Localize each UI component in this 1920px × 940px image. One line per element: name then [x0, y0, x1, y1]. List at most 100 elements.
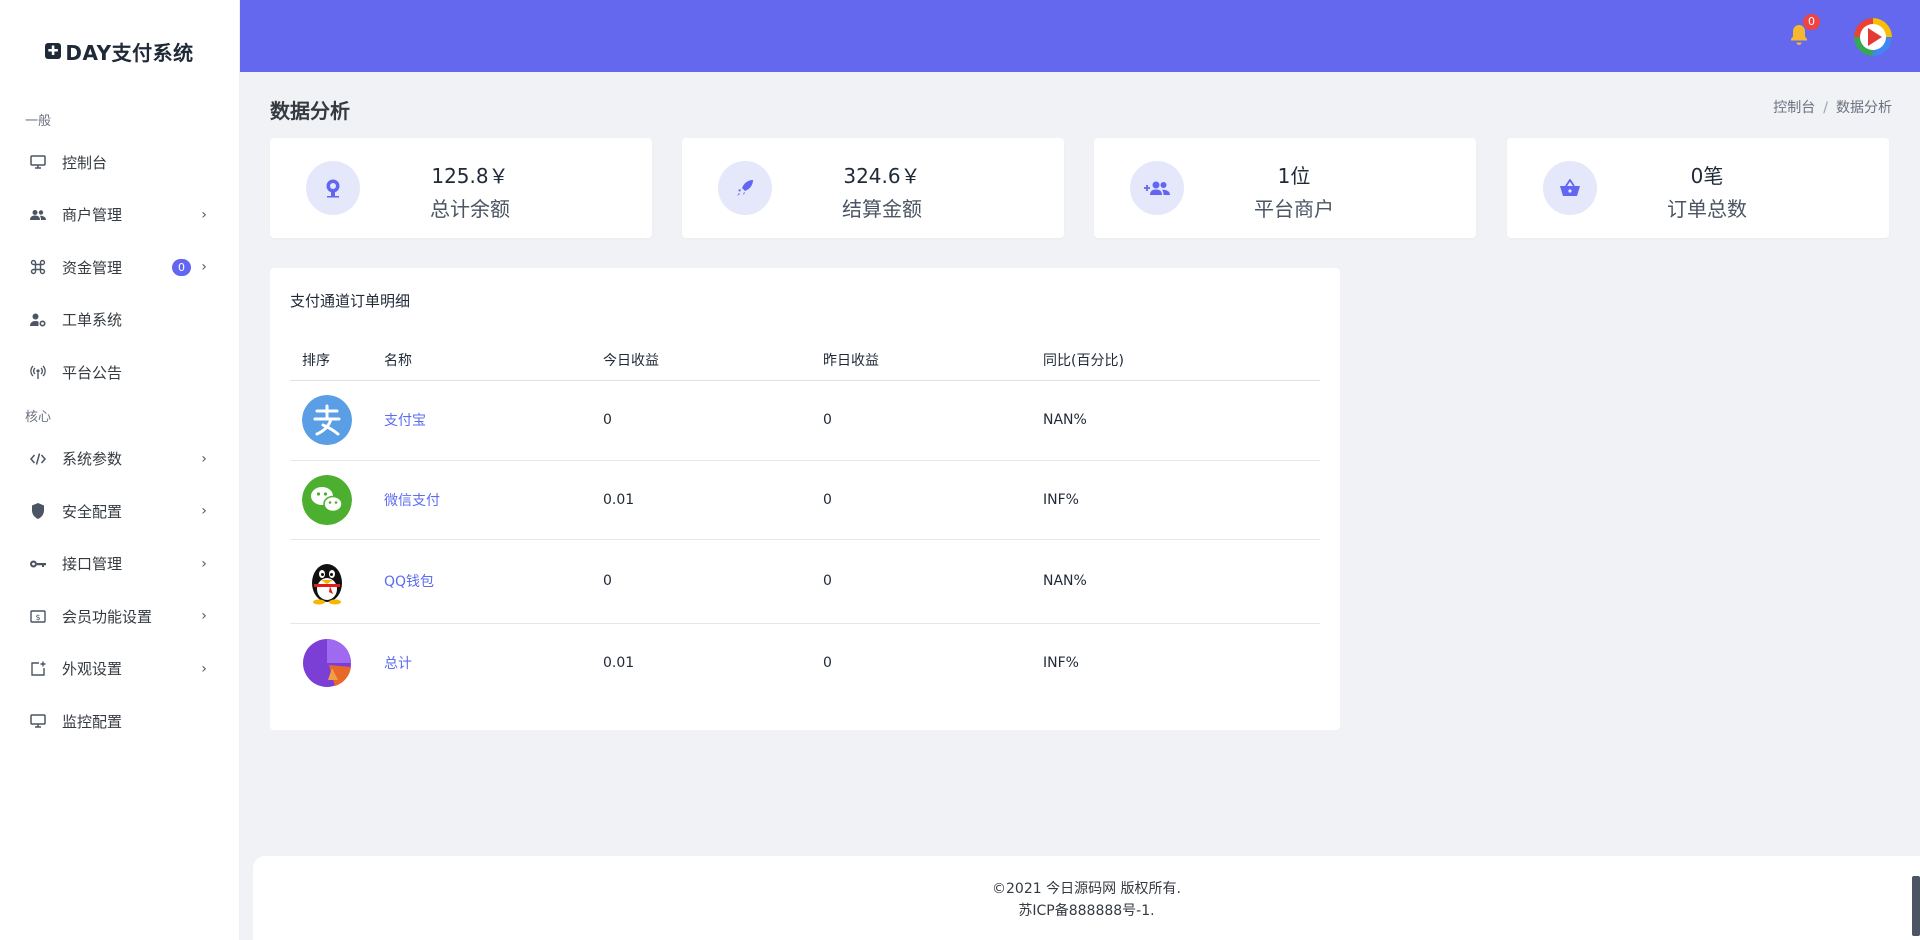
row-logo-cell	[290, 460, 372, 540]
sidebar-item-label: 会员功能设置	[62, 607, 153, 626]
channel-link[interactable]: 总计	[384, 656, 412, 672]
row-ratio-cell: NAN%	[1031, 539, 1320, 624]
avatar[interactable]	[1854, 18, 1892, 56]
users-icon	[28, 205, 48, 225]
monitor-icon	[28, 711, 48, 731]
sidebar-item-label: 接口管理	[62, 555, 123, 574]
row-name-cell: QQ钱包	[372, 539, 591, 624]
broadcast-icon	[28, 362, 48, 382]
chevron-right-icon: ›	[201, 608, 207, 625]
column-header-rank: 排序	[290, 340, 372, 381]
notifications-button[interactable]: 0	[1786, 14, 1820, 48]
brand-name: DAY支付系统	[65, 40, 194, 65]
channel-link[interactable]: 支付宝	[384, 413, 426, 429]
sidebar-item-label: 平台公告	[62, 363, 123, 382]
sidebar-item-label: 外观设置	[62, 660, 123, 679]
stat-value: 0笔	[1690, 164, 1724, 188]
key-icon	[28, 554, 48, 574]
sidebar-item-security[interactable]: 安全配置 ›	[0, 485, 239, 538]
orders-table: 排序 名称 今日收益 昨日收益 同比(百分比) 支付宝 0 0 NAN% 微信支…	[290, 340, 1320, 703]
sidebar-item-appearance[interactable]: 外观设置 ›	[0, 643, 239, 696]
sidebar-item-tickets[interactable]: 工单系统	[0, 294, 239, 347]
stat-value: 1位	[1277, 164, 1311, 188]
sidebar-item-announcements[interactable]: 平台公告	[0, 346, 239, 399]
row-name-cell: 支付宝	[372, 380, 591, 461]
sidebar-item-label: 系统参数	[62, 450, 123, 469]
sidebar-item-label: 商户管理	[62, 206, 123, 225]
row-name-cell: 微信支付	[372, 460, 591, 540]
sidebar-item-system-params[interactable]: 系统参数 ›	[0, 433, 239, 486]
channel-link[interactable]: 微信支付	[384, 493, 440, 509]
row-logo-cell	[290, 623, 372, 703]
column-header-today: 今日收益	[591, 340, 811, 381]
panel-title: 支付通道订单明细	[290, 292, 411, 310]
basket-icon	[1543, 161, 1597, 215]
chevron-right-icon: ›	[201, 206, 207, 223]
qq-logo-icon	[312, 564, 342, 605]
user-gear-icon	[28, 310, 48, 330]
footer: ©2021 今日源码网 版权所有. 苏ICP备888888号-1.	[253, 856, 1920, 940]
rocket-icon	[718, 161, 772, 215]
brand-logo[interactable]: ✚ DAY支付系统	[0, 0, 239, 102]
alipay-logo-icon	[302, 395, 352, 445]
row-yesterday-cell: 0	[811, 539, 1031, 624]
row-ratio-cell: INF%	[1031, 460, 1320, 540]
breadcrumb: 控制台 / 数据分析	[1773, 97, 1892, 117]
scrollbar-thumb[interactable]	[1912, 876, 1920, 936]
stat-label: 结算金额	[842, 197, 922, 221]
code-icon	[28, 449, 48, 469]
chevron-right-icon: ›	[201, 450, 207, 467]
sidebar-item-dashboard[interactable]: 控制台	[0, 136, 239, 189]
channel-link[interactable]: QQ钱包	[384, 574, 434, 590]
column-header-yesterday: 昨日收益	[811, 340, 1031, 381]
notification-count-badge: 0	[1803, 14, 1820, 30]
stat-card-merchants: 1位 平台商户	[1094, 138, 1476, 238]
page-title: 数据分析	[270, 99, 350, 123]
sidebar-item-funds[interactable]: 资金管理 0 ›	[0, 241, 239, 294]
user-add-icon	[1130, 161, 1184, 215]
row-logo-cell	[290, 539, 372, 624]
row-ratio-cell: INF%	[1043, 655, 1079, 672]
funds-count-badge: 0	[172, 258, 191, 276]
row-yesterday-cell: 0	[823, 655, 832, 672]
sidebar: ✚ DAY支付系统 一般 控制台 商户管理 › 资金管理 0 › 工单系统 平台…	[0, 0, 240, 940]
topbar: 0	[240, 0, 1920, 72]
table-row: 支付宝 0 0 NAN%	[290, 380, 1320, 461]
webcam-icon	[306, 161, 360, 215]
row-today-cell: 0	[591, 539, 811, 624]
payment-channel-orders-panel: 支付通道订单明细 排序 名称 今日收益 昨日收益 同比(百分比) 支付宝 0 0…	[270, 268, 1340, 730]
sidebar-item-member-settings[interactable]: $ 会员功能设置 ›	[0, 590, 239, 643]
footer-icp: 苏ICP备888888号-1.	[1018, 903, 1155, 919]
stat-label: 平台商户	[1254, 197, 1334, 221]
table-header-row: 排序 名称 今日收益 昨日收益 同比(百分比)	[290, 340, 1320, 381]
sidebar-item-label: 安全配置	[62, 502, 123, 521]
breadcrumb-dashboard-link[interactable]: 控制台	[1773, 100, 1815, 116]
sidebar-section-core: 核心	[25, 410, 52, 425]
sidebar-item-label: 工单系统	[62, 311, 123, 330]
column-header-ratio: 同比(百分比)	[1031, 340, 1320, 381]
sidebar-item-label: 资金管理	[62, 258, 123, 277]
sidebar-section-general: 一般	[25, 113, 52, 129]
stat-value: 324.6￥	[843, 164, 921, 188]
sidebar-item-merchants[interactable]: 商户管理 ›	[0, 189, 239, 242]
row-ratio-cell: NAN%	[1031, 380, 1320, 461]
row-today-cell: 0.01	[591, 460, 811, 540]
stat-card-orders: 0笔 订单总数	[1507, 138, 1889, 238]
row-today-cell: 0.01	[603, 655, 635, 672]
table-row: 微信支付 0.01 0 INF%	[290, 460, 1320, 540]
chevron-right-icon: ›	[201, 555, 207, 572]
table-row: 总计 0.01 0 INF%	[290, 623, 1320, 703]
footer-copyright: ©2021 今日源码网 版权所有.	[992, 881, 1181, 897]
row-name-cell: 总计	[372, 623, 591, 703]
sidebar-item-api[interactable]: 接口管理 ›	[0, 538, 239, 591]
sidebar-item-monitoring[interactable]: 监控配置	[0, 695, 239, 748]
table-row: QQ钱包 0 0 NAN%	[290, 539, 1320, 624]
breadcrumb-separator: /	[1823, 100, 1828, 116]
chevron-right-icon: ›	[201, 503, 207, 520]
command-icon	[28, 257, 48, 277]
breadcrumb-current: 数据分析	[1836, 100, 1892, 116]
dollar-icon: $	[28, 606, 48, 626]
shield-icon	[28, 501, 48, 521]
row-yesterday-cell: 0	[811, 380, 1031, 461]
wechat-logo-icon	[302, 474, 352, 525]
